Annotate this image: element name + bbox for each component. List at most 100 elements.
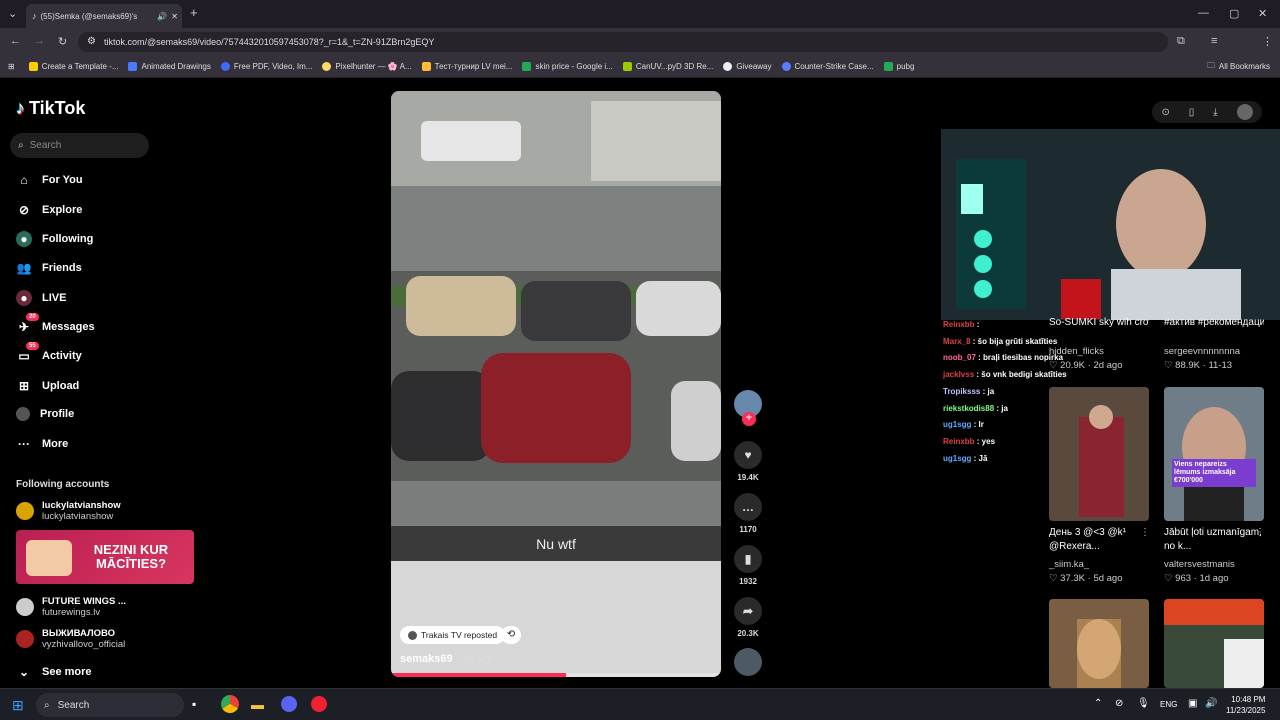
new-tab-icon[interactable]: + <box>190 5 198 20</box>
media-icon[interactable]: ≡ <box>1211 35 1217 47</box>
tray-chevron-icon[interactable]: ⌃ <box>1094 698 1102 709</box>
video-card-thumbnail[interactable] <box>1049 599 1149 688</box>
coins-icon[interactable]: ⊙ <box>1161 107 1169 118</box>
extensions-icon[interactable]: ⧉ <box>1177 35 1185 48</box>
card-author[interactable]: hidden_flicks <box>1049 346 1104 357</box>
bookmark-item[interactable]: Pixelhunter — 🌸 A... <box>322 62 412 71</box>
card-author[interactable]: valtersvestmanis <box>1164 559 1235 570</box>
card-title[interactable]: День 3 @<3 @k¹ @Rexera... <box>1049 526 1149 554</box>
tab-close-icon[interactable]: ✕ <box>171 12 178 21</box>
clock[interactable]: 10:48 PM 11/23/2025 <box>1226 694 1265 716</box>
file-explorer-icon[interactable]: ▬ <box>251 697 264 712</box>
chat-text: : šo bija grūti skatīties <box>972 336 1058 346</box>
chat-text: : lr <box>973 420 984 430</box>
like-button[interactable]: ♥ 19.4K <box>734 441 762 482</box>
bookmark-item[interactable]: pubg <box>883 62 914 71</box>
bookmark-item[interactable]: Create a Template -... <box>28 62 118 71</box>
windows-start-icon[interactable]: ⊞ <box>12 697 24 714</box>
chat-message: Reinxbb : <box>943 320 979 329</box>
network-off-icon[interactable]: ⊘ <box>1115 698 1123 709</box>
tiktok-logo[interactable]: ♪ TikTok <box>16 98 85 119</box>
video-card-thumbnail[interactable] <box>1164 599 1264 688</box>
nav-profile[interactable]: Profile <box>16 407 74 421</box>
card-author[interactable]: sergeevnnnnnnna <box>1164 346 1240 357</box>
volume-icon[interactable]: 🔊 <box>1205 698 1217 709</box>
nav-friends[interactable]: 👥 Friends <box>16 260 82 276</box>
video-author[interactable]: semaks69 · 4d ago <box>400 653 496 665</box>
activity-badge: 55 <box>26 342 39 350</box>
avatar[interactable] <box>1236 104 1253 120</box>
share-button[interactable]: ➦ 20.3K <box>734 597 762 638</box>
discord-icon[interactable] <box>281 696 297 712</box>
progress-bar[interactable] <box>391 673 721 677</box>
sound-button[interactable] <box>734 648 762 680</box>
more-icon: ··· <box>18 437 30 451</box>
video-player[interactable]: Nu wtf Trakais TV reposted ⟲ semaks69 · … <box>391 91 721 677</box>
chat-username: ug1sgg <box>943 420 974 430</box>
microphone-icon[interactable]: 🎙 <box>1137 698 1150 709</box>
more-options-icon[interactable]: ⋮ <box>1140 527 1150 538</box>
see-more-button[interactable]: ⌄ See more <box>16 664 92 680</box>
card-title[interactable]: So-SUMKI sky wih crowd heart at... <box>1049 316 1149 330</box>
video-card-thumbnail[interactable] <box>1049 387 1149 521</box>
tab-search-icon[interactable]: ⌄ <box>8 7 17 20</box>
back-icon[interactable]: ← <box>10 35 21 47</box>
download-icon[interactable]: ⤓ <box>1213 107 1217 118</box>
nav-activity[interactable]: ▭ 55 Activity <box>16 342 82 364</box>
bookmark-item[interactable]: Animated Drawings <box>128 62 211 71</box>
nav-messages[interactable]: ✈ 20 Messages <box>16 313 95 335</box>
account-item[interactable]: luckylatvianshow luckylatvianshow <box>16 500 121 522</box>
bookmark-item[interactable]: Free PDF, Video, Im... <box>220 62 312 71</box>
minimize-icon[interactable]: — <box>1198 7 1209 19</box>
card-author[interactable]: _siim.ka_ <box>1049 559 1089 570</box>
nav-for-you[interactable]: ⌂ For You <box>16 172 82 188</box>
tiktok-note-icon: ♪ <box>16 98 25 118</box>
all-bookmarks[interactable]: 🗀 All Bookmarks <box>1207 60 1270 74</box>
upload-icon: ⊞ <box>18 379 30 393</box>
nav-more[interactable]: ··· More <box>16 436 68 452</box>
menu-kebab-icon[interactable]: ⋮ <box>1262 35 1273 48</box>
creator-avatar-button[interactable]: + <box>734 390 762 426</box>
account-item[interactable]: ВЫЖИВАЛОВО vyzhivallovo_official <box>16 628 125 650</box>
app-icon[interactable] <box>311 696 327 712</box>
site-info-icon[interactable]: ⚙ <box>87 36 96 47</box>
video-card-thumbnail[interactable]: Viens nepareizs lēmums izmaksāja €700'00… <box>1164 387 1264 521</box>
chrome-icon[interactable] <box>221 695 239 713</box>
network-icon[interactable]: ▣ <box>1188 698 1197 709</box>
bookmark-item[interactable]: skin price - Google i... <box>522 62 613 71</box>
bookmark-item[interactable]: Giveaway <box>723 62 772 71</box>
taskbar-search-input[interactable]: ⌕ Search <box>36 693 184 717</box>
search-input[interactable]: ⌕ Search <box>10 133 149 158</box>
card-title[interactable]: Jābūt ļoti uzmanīgam, no k... <box>1164 526 1264 554</box>
repost-icon[interactable]: ⟲ <box>501 626 521 644</box>
browser-tab[interactable]: ♪ (55)Semka (@semaks69)'s 🔊 ✕ <box>26 4 182 28</box>
nav-upload[interactable]: ⊞ Upload <box>16 378 79 394</box>
bookmark-item[interactable]: Counter-Strike Case... <box>781 62 874 71</box>
repost-badge[interactable]: Trakais TV reposted <box>400 626 506 644</box>
apps-grid-icon[interactable]: ⊞ <box>8 62 15 71</box>
close-window-icon[interactable]: ✕ <box>1258 7 1267 20</box>
more-options-icon[interactable]: ⋮ <box>1255 527 1265 538</box>
card-image <box>1164 387 1264 521</box>
comment-button[interactable]: … 1170 <box>734 493 762 534</box>
nav-explore[interactable]: ⊘ Explore <box>16 202 82 218</box>
nav-following[interactable]: ● Following <box>16 231 93 247</box>
task-view-icon[interactable]: ▪ <box>192 697 196 711</box>
ad-banner[interactable]: NEZINI KUR MĀCĪTIES? <box>16 530 194 584</box>
account-item[interactable]: FUTURE WINGS ... futurewings.lv <box>16 596 126 618</box>
chat-message: noob_07 : braļi tiesibas nopirka <box>943 353 1063 362</box>
save-button[interactable]: ▮ 1932 <box>734 545 762 586</box>
forward-icon[interactable]: → <box>34 35 45 47</box>
follow-plus-icon[interactable]: + <box>742 412 756 426</box>
chat-text: : yes <box>976 436 996 446</box>
maximize-icon[interactable]: ▢ <box>1229 7 1239 20</box>
bookmark-item[interactable]: Тест-турнир LV mei... <box>421 62 512 71</box>
card-title[interactable]: #актив #рекомендаци... <box>1164 316 1264 330</box>
home-icon: ⌂ <box>20 173 28 187</box>
language-indicator[interactable]: ENG <box>1160 700 1177 709</box>
reload-icon[interactable]: ↻ <box>58 35 67 48</box>
bookmark-item[interactable]: CanUV...pyD 3D Re... <box>622 62 713 71</box>
device-icon[interactable]: ▯ <box>1189 107 1195 118</box>
nav-live[interactable]: ● LIVE <box>16 290 66 306</box>
url-input[interactable]: ⚙ tiktok.com/@semaks69/video/75744320105… <box>78 32 1168 52</box>
